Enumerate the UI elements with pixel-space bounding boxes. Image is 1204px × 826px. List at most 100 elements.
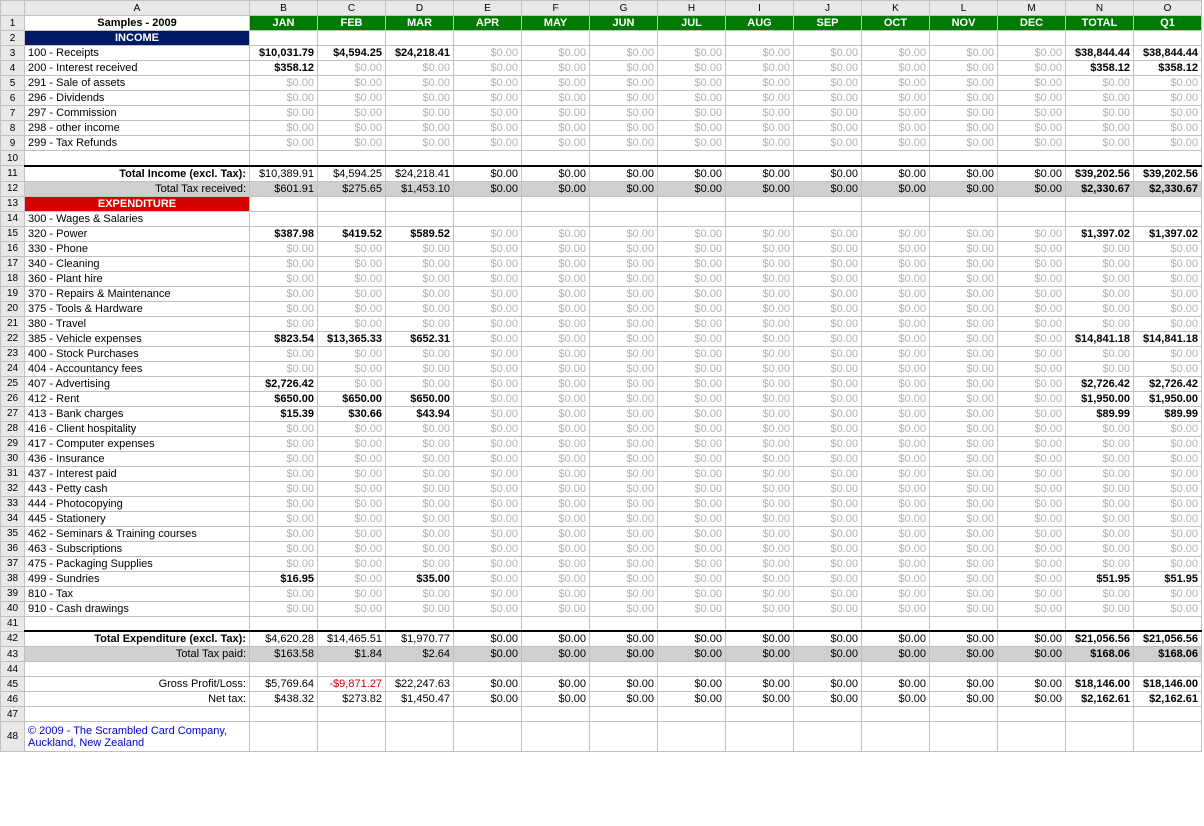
row-label[interactable]: 436 - Insurance xyxy=(25,451,250,466)
data-cell[interactable]: $0.00 xyxy=(1066,121,1134,136)
data-cell[interactable]: $0.00 xyxy=(658,631,726,647)
data-cell[interactable]: $0.00 xyxy=(930,256,998,271)
data-cell[interactable]: $0.00 xyxy=(522,541,590,556)
data-cell[interactable]: $0.00 xyxy=(1134,76,1202,91)
data-cell[interactable] xyxy=(590,211,658,226)
data-cell[interactable]: $0.00 xyxy=(794,481,862,496)
row-label[interactable]: Total Tax paid: xyxy=(25,647,250,662)
data-cell[interactable]: $0.00 xyxy=(930,346,998,361)
data-cell[interactable]: $650.00 xyxy=(386,391,454,406)
data-cell[interactable]: $0.00 xyxy=(794,391,862,406)
data-cell[interactable]: $0.00 xyxy=(1134,586,1202,601)
data-cell[interactable]: $0.00 xyxy=(590,601,658,616)
data-cell[interactable]: $0.00 xyxy=(726,466,794,481)
data-cell[interactable]: $0.00 xyxy=(794,647,862,662)
data-cell[interactable]: $0.00 xyxy=(250,421,318,436)
data-cell[interactable]: $0.00 xyxy=(862,241,930,256)
data-cell[interactable]: $0.00 xyxy=(454,106,522,121)
cell[interactable] xyxy=(590,722,658,752)
data-cell[interactable] xyxy=(1134,662,1202,677)
data-cell[interactable]: $0.00 xyxy=(522,496,590,511)
data-cell[interactable]: $0.00 xyxy=(454,466,522,481)
data-cell[interactable]: $2,330.67 xyxy=(1134,181,1202,196)
data-cell[interactable]: $0.00 xyxy=(386,256,454,271)
data-cell[interactable]: $0.00 xyxy=(1134,316,1202,331)
data-cell[interactable]: $0.00 xyxy=(862,631,930,647)
row-label[interactable] xyxy=(25,662,250,677)
row-label[interactable]: Total Income (excl. Tax): xyxy=(25,166,250,182)
data-cell[interactable]: $0.00 xyxy=(794,541,862,556)
row-header[interactable]: 34 xyxy=(1,511,25,526)
col-header[interactable]: O xyxy=(1134,1,1202,16)
data-cell[interactable]: $0.00 xyxy=(454,346,522,361)
data-cell[interactable] xyxy=(930,707,998,722)
data-cell[interactable]: $0.00 xyxy=(930,541,998,556)
data-cell[interactable] xyxy=(250,707,318,722)
data-cell[interactable]: $15.39 xyxy=(250,406,318,421)
data-cell[interactable]: $0.00 xyxy=(998,556,1066,571)
title-cell[interactable]: Samples - 2009 xyxy=(25,16,250,31)
row-label[interactable]: 400 - Stock Purchases xyxy=(25,346,250,361)
data-cell[interactable]: $0.00 xyxy=(930,301,998,316)
data-cell[interactable] xyxy=(726,211,794,226)
data-cell[interactable]: $0.00 xyxy=(522,361,590,376)
data-cell[interactable] xyxy=(658,151,726,166)
data-cell[interactable]: $0.00 xyxy=(454,286,522,301)
data-cell[interactable]: $0.00 xyxy=(386,136,454,151)
col-header[interactable]: L xyxy=(930,1,998,16)
data-cell[interactable]: $0.00 xyxy=(794,511,862,526)
row-label[interactable]: 380 - Travel xyxy=(25,316,250,331)
data-cell[interactable] xyxy=(318,211,386,226)
data-cell[interactable]: $0.00 xyxy=(726,106,794,121)
data-cell[interactable]: $0.00 xyxy=(250,586,318,601)
data-cell[interactable]: -$9,871.27 xyxy=(318,677,386,692)
footer-credit[interactable]: © 2009 - The Scrambled Card Company,Auck… xyxy=(25,722,250,752)
data-cell[interactable] xyxy=(658,662,726,677)
data-cell[interactable]: $0.00 xyxy=(1134,241,1202,256)
cell[interactable] xyxy=(1134,722,1202,752)
data-cell[interactable]: $0.00 xyxy=(522,136,590,151)
data-cell[interactable]: $0.00 xyxy=(794,526,862,541)
data-cell[interactable]: $0.00 xyxy=(590,316,658,331)
data-cell[interactable]: $0.00 xyxy=(454,376,522,391)
data-cell[interactable]: $0.00 xyxy=(658,406,726,421)
data-cell[interactable]: $0.00 xyxy=(862,331,930,346)
data-cell[interactable]: $0.00 xyxy=(726,121,794,136)
data-cell[interactable]: $2.64 xyxy=(386,647,454,662)
data-cell[interactable]: $0.00 xyxy=(658,541,726,556)
data-cell[interactable]: $0.00 xyxy=(386,526,454,541)
data-cell[interactable]: $0.00 xyxy=(998,391,1066,406)
data-cell[interactable]: $0.00 xyxy=(794,286,862,301)
data-cell[interactable]: $0.00 xyxy=(794,692,862,707)
data-cell[interactable]: $0.00 xyxy=(590,46,658,61)
col-header[interactable]: G xyxy=(590,1,658,16)
col-header[interactable]: B xyxy=(250,1,318,16)
data-cell[interactable]: $0.00 xyxy=(862,556,930,571)
row-header[interactable]: 46 xyxy=(1,692,25,707)
data-cell[interactable]: $0.00 xyxy=(454,136,522,151)
data-cell[interactable]: $0.00 xyxy=(250,91,318,106)
row-label[interactable]: 416 - Client hospitality xyxy=(25,421,250,436)
data-cell[interactable]: $601.91 xyxy=(250,181,318,196)
data-cell[interactable]: $0.00 xyxy=(930,601,998,616)
data-cell[interactable]: $0.00 xyxy=(386,106,454,121)
cell[interactable] xyxy=(1066,196,1134,211)
data-cell[interactable]: $0.00 xyxy=(726,496,794,511)
data-cell[interactable]: $0.00 xyxy=(318,316,386,331)
data-cell[interactable]: $0.00 xyxy=(794,46,862,61)
data-cell[interactable]: $0.00 xyxy=(590,406,658,421)
data-cell[interactable]: $0.00 xyxy=(318,91,386,106)
data-cell[interactable]: $0.00 xyxy=(658,526,726,541)
data-cell[interactable]: $0.00 xyxy=(590,647,658,662)
data-cell[interactable]: $0.00 xyxy=(862,226,930,241)
data-cell[interactable]: $0.00 xyxy=(930,526,998,541)
data-cell[interactable]: $0.00 xyxy=(318,376,386,391)
data-cell[interactable]: $0.00 xyxy=(590,481,658,496)
row-header[interactable]: 41 xyxy=(1,616,25,631)
cell[interactable] xyxy=(454,31,522,46)
row-header[interactable]: 10 xyxy=(1,151,25,166)
row-header[interactable]: 35 xyxy=(1,526,25,541)
col-header[interactable]: N xyxy=(1066,1,1134,16)
data-cell[interactable]: $0.00 xyxy=(318,436,386,451)
row-label[interactable]: 407 - Advertising xyxy=(25,376,250,391)
